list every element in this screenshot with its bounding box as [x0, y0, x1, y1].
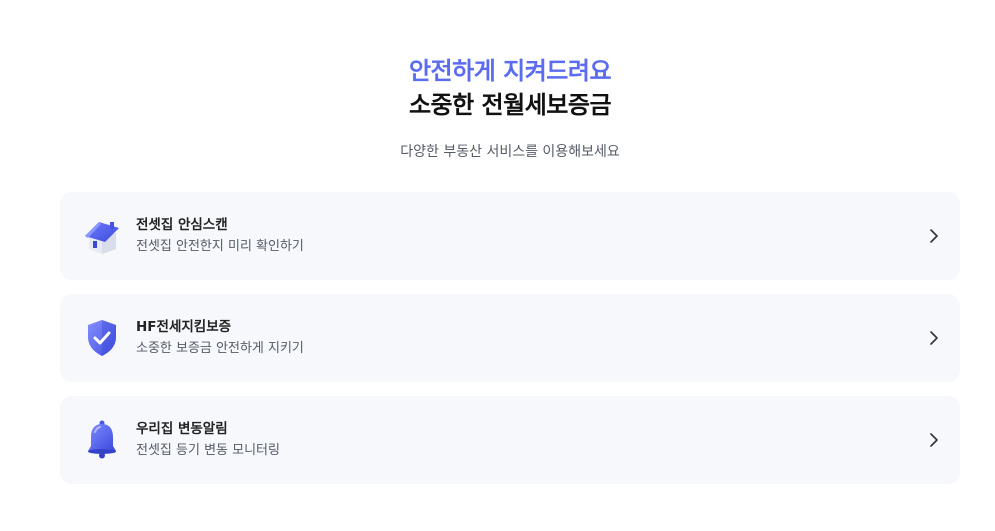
hero-accent-heading: 안전하게 지켜드려요: [408, 57, 612, 85]
service-card-change-alert[interactable]: 우리집 변동알림 전셋집 등기 변동 모니터링: [60, 396, 960, 484]
service-title: 우리집 변동알림: [136, 421, 228, 437]
service-card-safe-scan[interactable]: 전셋집 안심스캔 전셋집 안전한지 미리 확인하기: [60, 192, 960, 280]
service-description: 소중한 보증금 안전하게 지키기: [136, 341, 304, 356]
hero-title: 소중한 전월세보증금: [408, 91, 612, 119]
shield-check-icon: [82, 316, 122, 360]
chevron-right-icon[interactable]: [924, 328, 944, 348]
service-title: HF전세지킴보증: [136, 319, 232, 335]
hero-subtitle: 다양한 부동산 서비스를 이용해보세요: [400, 144, 620, 160]
house-icon: [82, 214, 122, 258]
service-title: 전셋집 안심스캔: [136, 217, 228, 233]
chevron-right-icon[interactable]: [924, 226, 944, 246]
bell-icon: [82, 418, 122, 462]
chevron-right-icon[interactable]: [924, 430, 944, 450]
hero-section: 안전하게 지켜드려요 소중한 전월세보증금 다양한 부동산 서비스를 이용해보세…: [0, 54, 995, 162]
page: 안전하게 지켜드려요 소중한 전월세보증금 다양한 부동산 서비스를 이용해보세…: [0, 0, 995, 531]
service-description: 전셋집 등기 변동 모니터링: [136, 443, 280, 458]
service-card-hf-guarantee[interactable]: HF전세지킴보증 소중한 보증금 안전하게 지키기: [60, 294, 960, 382]
service-list: 전셋집 안심스캔 전셋집 안전한지 미리 확인하기 HF전세지킴보증 소중한 보…: [60, 192, 960, 498]
service-description: 전셋집 안전한지 미리 확인하기: [136, 239, 304, 254]
